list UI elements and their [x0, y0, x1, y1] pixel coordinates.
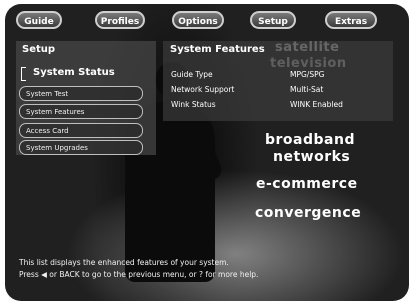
menu-item-label: System Status [33, 67, 115, 78]
tagline-ecommerce: e-commerce [256, 176, 358, 192]
help-text-line-2: Press ◀ or BACK to go to the previous me… [19, 270, 259, 279]
feature-value-network-support: Multi-Sat [290, 85, 324, 94]
system-features-title: System Features [170, 44, 265, 55]
menu-item-system-upgrades[interactable]: System Upgrades [19, 140, 143, 155]
bracket-left-icon [21, 67, 26, 81]
menu-item-system-test[interactable]: System Test [19, 86, 143, 101]
nav-extras-button[interactable]: Extras [325, 11, 377, 29]
menu-item-system-features[interactable]: System Features [19, 104, 143, 119]
setup-panel-title: Setup [22, 44, 56, 55]
feature-label-network-support: Network Support [171, 85, 235, 94]
nav-guide-button[interactable]: Guide [16, 11, 62, 29]
tagline-convergence: convergence [255, 205, 362, 221]
nav-options-button[interactable]: Options [172, 11, 224, 29]
feature-value-guide-type: MPG/SPG [290, 70, 325, 79]
system-features-panel: System Features Guide Type MPG/SPG Netwo… [163, 41, 393, 121]
nav-profiles-button[interactable]: Profiles [95, 11, 145, 29]
tv-screen: Guide Profiles Options Setup Extras sate… [5, 4, 409, 301]
feature-label-wink-status: Wink Status [171, 100, 216, 109]
nav-setup-button[interactable]: Setup [250, 11, 296, 29]
menu-item-access-card[interactable]: Access Card [19, 123, 143, 138]
tagline-networks: networks [273, 149, 351, 165]
help-text-line-1: This list displays the enhanced features… [19, 258, 229, 267]
setup-panel: Setup System Status System Test System F… [16, 41, 156, 155]
menu-item-system-status[interactable]: System Status [19, 65, 144, 81]
feature-label-guide-type: Guide Type [171, 70, 213, 79]
tagline-broadband: broadband [265, 132, 355, 148]
feature-value-wink-status: WINK Enabled [290, 100, 343, 109]
